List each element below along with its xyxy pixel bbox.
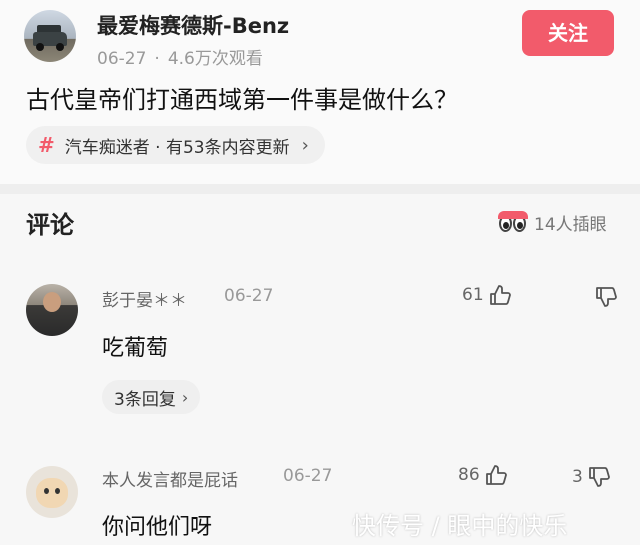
- car-wheel: [36, 43, 44, 51]
- comment-date: 06-27: [224, 286, 274, 306]
- thumbs-up-icon: [489, 285, 511, 305]
- thumbs-up-icon: [485, 465, 507, 485]
- car-wheel: [56, 43, 64, 51]
- dislike-button[interactable]: 3: [572, 465, 611, 489]
- follow-button[interactable]: 关注: [522, 10, 614, 56]
- comments-title: 评论: [26, 211, 74, 239]
- dislike-count: 3: [572, 467, 583, 487]
- view-replies-button[interactable]: 3条回复 ›: [102, 380, 201, 414]
- post-date: 06-27: [97, 49, 147, 69]
- comment-text: 吃葡萄: [102, 336, 169, 361]
- post-meta: 06-27 · 4.6万次观看: [97, 44, 263, 69]
- replies-label: 3条回复: [114, 389, 176, 410]
- hash-icon: #: [38, 133, 55, 157]
- post-card: 最爱梅赛德斯-Benz 06-27 · 4.6万次观看 关注 古代皇帝们打通西域第一…: [0, 0, 640, 184]
- meta-separator: ·: [154, 49, 160, 69]
- like-button[interactable]: 86: [458, 463, 508, 487]
- like-count: 86: [458, 465, 480, 485]
- post-title: 古代皇帝们打通西域第一件事是做什么？: [26, 86, 458, 114]
- comment-date: 06-27: [283, 466, 333, 486]
- reactions-group[interactable]: 14人插眼: [498, 210, 607, 235]
- topic-label: 汽车痴迷者 · 有53条内容更新: [64, 137, 290, 158]
- thumbs-down-icon: [588, 467, 610, 487]
- chevron-right-icon: ›: [301, 134, 309, 156]
- dislike-button[interactable]: [590, 285, 618, 309]
- author-name[interactable]: 最爱梅赛德斯-Benz: [97, 10, 289, 40]
- comment-text: 你问他们呀: [102, 515, 213, 540]
- thumbs-down-icon: [596, 287, 617, 307]
- like-count: 61: [462, 285, 484, 305]
- like-button[interactable]: 61: [462, 283, 512, 307]
- eyes-icon: [498, 210, 528, 235]
- commenter-name[interactable]: 彭于晏＊＊: [102, 286, 187, 311]
- commenter-name[interactable]: 本人发言都是屁话: [102, 466, 238, 491]
- reactions-label: 14人插眼: [534, 215, 607, 235]
- view-count: 4.6万次观看: [167, 49, 263, 69]
- watermark: 快传号 / 眼中的快乐: [352, 512, 568, 540]
- commenter-avatar[interactable]: [26, 466, 78, 518]
- chevron-right-icon: ›: [181, 387, 189, 407]
- author-avatar[interactable]: [24, 10, 76, 62]
- commenter-avatar[interactable]: [26, 284, 78, 336]
- section-divider: [0, 184, 640, 194]
- topic-chip[interactable]: # 汽车痴迷者 · 有53条内容更新 ›: [26, 126, 325, 164]
